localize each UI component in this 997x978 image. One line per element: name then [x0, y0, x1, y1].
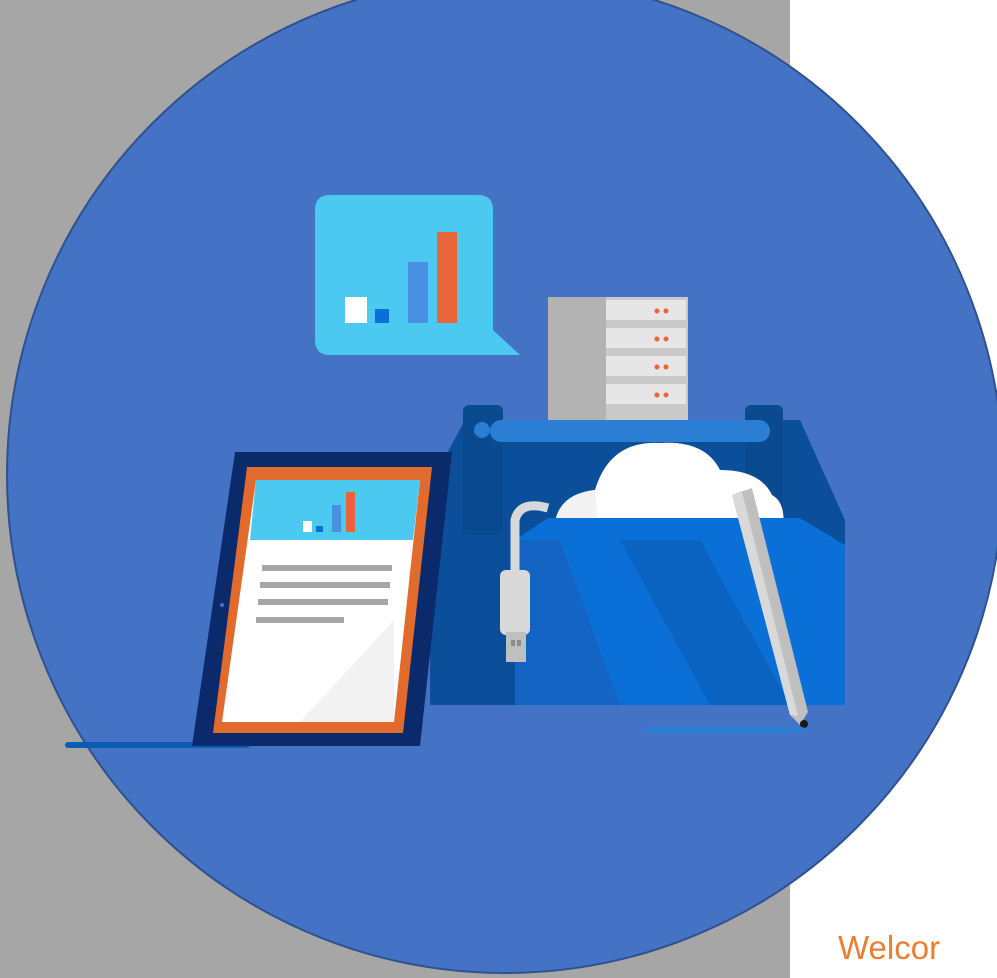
welcome-title: Welcor: [838, 929, 941, 966]
hero-illustration: [6, 0, 997, 974]
slide-canvas: Welcor: [0, 0, 997, 978]
tablet-icon: [192, 452, 452, 746]
floor-line-right: [645, 727, 805, 733]
chat-bubble-chart-icon: [315, 195, 520, 355]
